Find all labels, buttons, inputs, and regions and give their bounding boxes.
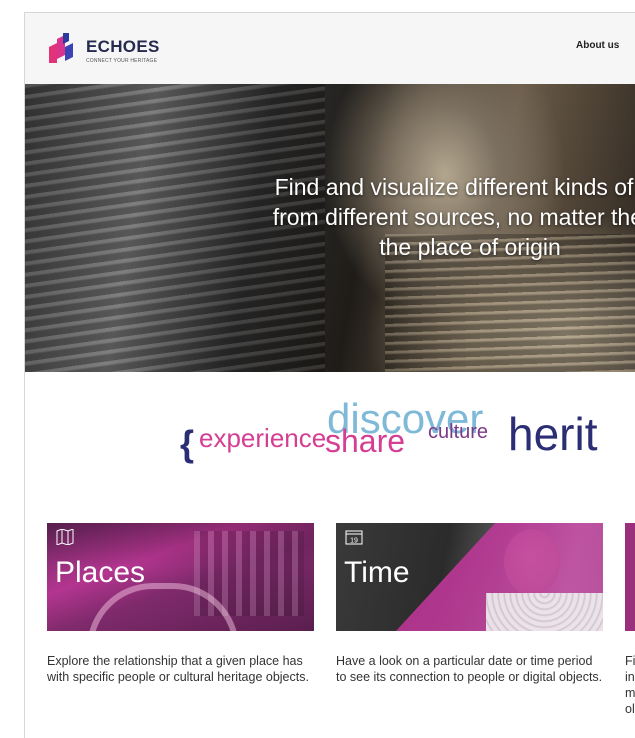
hero-headline: Find and visualize different kinds of he… [25,172,635,262]
third-desc-line-3: m [625,686,635,700]
nav-about-us-link[interactable]: About us [576,40,619,51]
hero-line-2: from different sources, no matter the la [272,204,635,230]
word-culture: culture [428,421,489,443]
calendar-icon: 19 [345,530,363,545]
places-card-title: Places [55,556,146,589]
third-card-partial[interactable] [625,523,635,631]
word-cloud: { experience discover share culture heri… [0,395,635,475]
echoes-logo-icon[interactable] [49,33,73,63]
hero-banner: Find and visualize different kinds of he… [25,84,635,372]
word-heritage: herit [508,408,598,460]
logo-tagline: CONNECT YOUR HERITAGE [86,58,158,64]
third-desc-line-4: ol [625,702,635,716]
map-icon [56,529,74,545]
word-brace: { [180,423,195,464]
places-card-description: Explore the relationship that a given pl… [47,654,309,684]
word-experience: experience [199,423,327,453]
places-card[interactable]: Places [47,523,314,631]
third-card-description: Fi in m ol [625,653,635,717]
time-card-title: Time [344,556,410,589]
site-header: ECHOES CONNECT YOUR HERITAGE About us [25,13,635,84]
hero-line-1: Find and visualize different kinds of he [274,174,635,200]
time-card-ruff [486,593,603,631]
calendar-icon-day: 19 [350,538,358,545]
third-desc-line-2: in [625,670,635,684]
logo-wordmark[interactable]: ECHOES [86,37,160,57]
third-desc-line-1: Fi [625,654,635,668]
hero-line-3: the place of origin [379,234,561,260]
time-card[interactable]: 19 Time [336,523,603,631]
time-card-description: Have a look on a particular date or time… [336,654,603,684]
word-share: share [325,423,406,459]
